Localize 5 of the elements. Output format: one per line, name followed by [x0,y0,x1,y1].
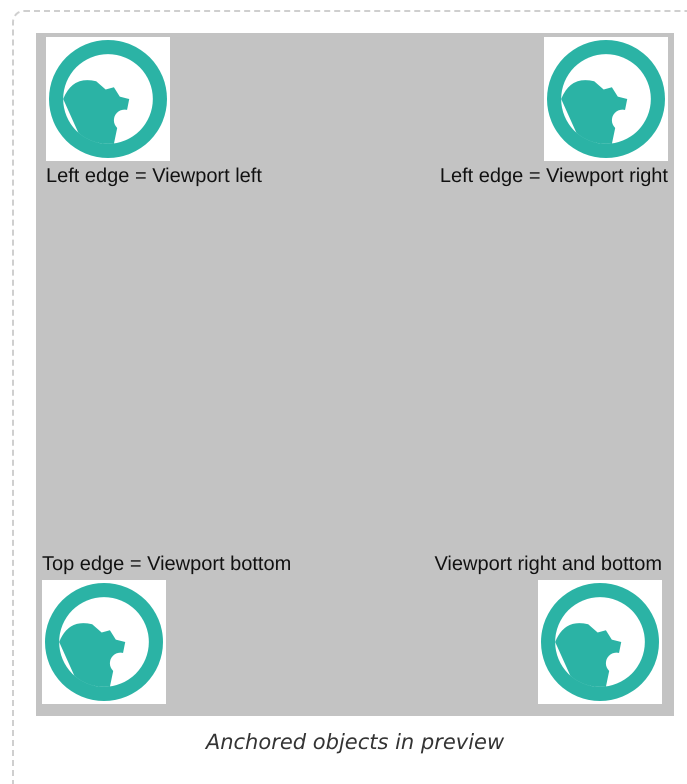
figure-caption: Anchored objects in preview [204,730,506,754]
anchor-label: Top edge = Viewport bottom [42,553,292,576]
anchor-label: Left edge = Viewport right [440,165,668,188]
anchor-label: Left edge = Viewport left [46,165,262,188]
anchor-label: Viewport right and bottom [434,553,662,576]
